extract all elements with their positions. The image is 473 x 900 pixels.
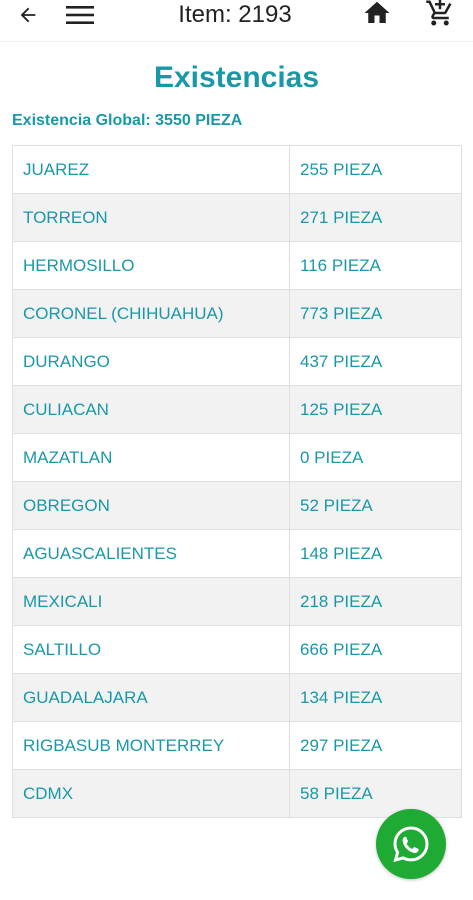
stock-table: JUAREZ 255 PIEZA TORREON 271 PIEZA HERMOSILL… (12, 145, 462, 818)
location-cell: GUADALAJARA (12, 673, 290, 722)
add-to-cart-icon (426, 0, 452, 26)
location-cell: MAZATLAN (12, 433, 290, 482)
quantity-cell: 773 PIEZA (289, 289, 462, 338)
location-cell: CULIACAN (12, 385, 290, 434)
location-cell: CDMX (12, 769, 290, 818)
table-row: SALTILLO 666 PIEZA (12, 625, 462, 674)
table-row: MEXICALI 218 PIEZA (12, 577, 462, 626)
quantity-cell: 297 PIEZA (289, 721, 462, 770)
top-app-bar: Item: 2193 (0, 0, 473, 42)
quantity-cell: 437 PIEZA (289, 337, 462, 386)
table-row: CORONEL (CHIHUAHUA) 773 PIEZA (12, 289, 462, 338)
quantity-cell: 125 PIEZA (289, 385, 462, 434)
quantity-cell: 148 PIEZA (289, 529, 462, 578)
quantity-cell: 666 PIEZA (289, 625, 462, 674)
back-button[interactable] (10, 0, 46, 30)
menu-icon (66, 6, 94, 24)
global-stock-label: Existencia Global: 3550 PIEZA (12, 112, 243, 129)
location-cell: DURANGO (12, 337, 290, 386)
quantity-cell: 58 PIEZA (289, 769, 462, 818)
table-row: OBREGON 52 PIEZA (12, 481, 462, 530)
table-row: JUAREZ 255 PIEZA (12, 145, 462, 194)
quantity-cell: 134 PIEZA (289, 673, 462, 722)
home-icon (364, 1, 390, 23)
quantity-cell: 116 PIEZA (289, 241, 462, 290)
table-row: CULIACAN 125 PIEZA (12, 385, 462, 434)
location-cell: MEXICALI (12, 577, 290, 626)
table-row: DURANGO 437 PIEZA (12, 337, 462, 386)
location-cell: TORREON (12, 193, 290, 242)
quantity-cell: 0 PIEZA (289, 433, 462, 482)
add-to-cart-button[interactable] (420, 0, 460, 30)
table-row: TORREON 271 PIEZA (12, 193, 462, 242)
location-cell: RIGBASUB MONTERREY (12, 721, 290, 770)
quantity-cell: 52 PIEZA (289, 481, 462, 530)
menu-button[interactable] (60, 0, 100, 30)
table-row: CDMX 58 PIEZA (12, 769, 462, 818)
table-row: RIGBASUB MONTERREY 297 PIEZA (12, 721, 462, 770)
table-row: AGUASCALIENTES 148 PIEZA (12, 529, 462, 578)
table-row: HERMOSILLO 116 PIEZA (12, 241, 462, 290)
location-cell: SALTILLO (12, 625, 290, 674)
table-row: GUADALAJARA 134 PIEZA (12, 673, 462, 722)
page-heading: Existencias (153, 61, 320, 94)
whatsapp-button[interactable] (376, 809, 446, 879)
quantity-cell: 218 PIEZA (289, 577, 462, 626)
location-cell: HERMOSILLO (12, 241, 290, 290)
quantity-cell: 255 PIEZA (289, 145, 462, 194)
back-arrow-icon (20, 7, 36, 23)
location-cell: AGUASCALIENTES (12, 529, 290, 578)
location-cell: JUAREZ (12, 145, 290, 194)
quantity-cell: 271 PIEZA (289, 193, 462, 242)
whatsapp-icon (393, 826, 429, 863)
item-title: Item: 2193 (178, 1, 292, 28)
table-row: MAZATLAN 0 PIEZA (12, 433, 462, 482)
home-button[interactable] (358, 0, 396, 30)
location-cell: CORONEL (CHIHUAHUA) (12, 289, 290, 338)
location-cell: OBREGON (12, 481, 290, 530)
